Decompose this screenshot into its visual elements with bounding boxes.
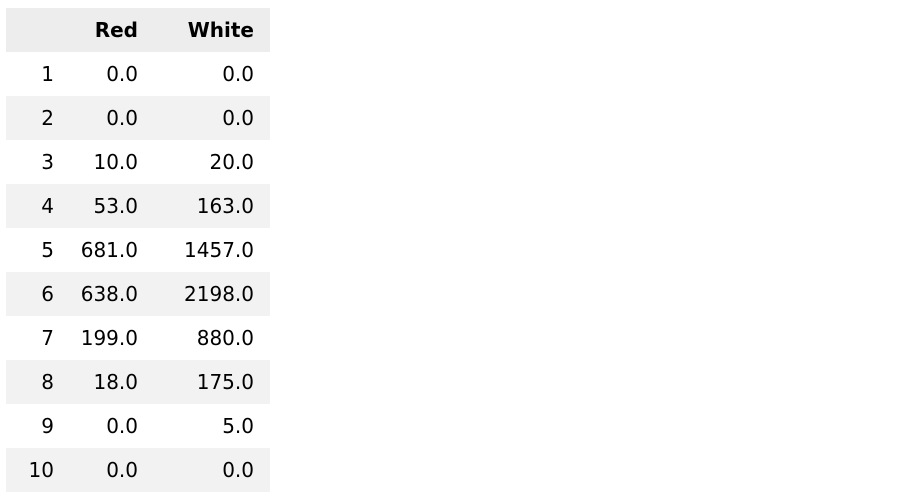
cell-white: 163.0	[154, 184, 270, 228]
table-row: 4 53.0 163.0	[6, 184, 270, 228]
table-row: 6 638.0 2198.0	[6, 272, 270, 316]
table-body: 1 0.0 0.0 2 0.0 0.0 3 10.0 20.0 4 53.0 1…	[6, 52, 270, 492]
dataframe-output: Red White 1 0.0 0.0 2 0.0 0.0 3 10.0 20.…	[6, 8, 270, 492]
table-row: 10 0.0 0.0	[6, 448, 270, 492]
table-row: 1 0.0 0.0	[6, 52, 270, 96]
cell-white: 0.0	[154, 96, 270, 140]
row-index: 9	[6, 404, 62, 448]
row-index: 6	[6, 272, 62, 316]
cell-white: 0.0	[154, 52, 270, 96]
row-index: 5	[6, 228, 62, 272]
header-row: Red White	[6, 8, 270, 52]
column-header-red: Red	[62, 8, 154, 52]
cell-red: 0.0	[62, 52, 154, 96]
cell-red: 199.0	[62, 316, 154, 360]
table-row: 3 10.0 20.0	[6, 140, 270, 184]
cell-red: 638.0	[62, 272, 154, 316]
cell-white: 2198.0	[154, 272, 270, 316]
cell-white: 1457.0	[154, 228, 270, 272]
column-header-white: White	[154, 8, 270, 52]
row-index: 10	[6, 448, 62, 492]
table-row: 9 0.0 5.0	[6, 404, 270, 448]
cell-red: 0.0	[62, 404, 154, 448]
table-header: Red White	[6, 8, 270, 52]
cell-red: 53.0	[62, 184, 154, 228]
row-index: 1	[6, 52, 62, 96]
row-index: 8	[6, 360, 62, 404]
cell-red: 0.0	[62, 448, 154, 492]
cell-red: 0.0	[62, 96, 154, 140]
cell-red: 10.0	[62, 140, 154, 184]
dataframe-table: Red White 1 0.0 0.0 2 0.0 0.0 3 10.0 20.…	[6, 8, 270, 492]
row-index: 7	[6, 316, 62, 360]
cell-white: 0.0	[154, 448, 270, 492]
row-index: 3	[6, 140, 62, 184]
cell-red: 681.0	[62, 228, 154, 272]
table-row: 2 0.0 0.0	[6, 96, 270, 140]
cell-white: 880.0	[154, 316, 270, 360]
table-row: 5 681.0 1457.0	[6, 228, 270, 272]
cell-white: 20.0	[154, 140, 270, 184]
cell-white: 175.0	[154, 360, 270, 404]
table-row: 7 199.0 880.0	[6, 316, 270, 360]
row-index: 4	[6, 184, 62, 228]
row-index: 2	[6, 96, 62, 140]
table-row: 8 18.0 175.0	[6, 360, 270, 404]
index-header	[6, 8, 62, 52]
cell-red: 18.0	[62, 360, 154, 404]
cell-white: 5.0	[154, 404, 270, 448]
